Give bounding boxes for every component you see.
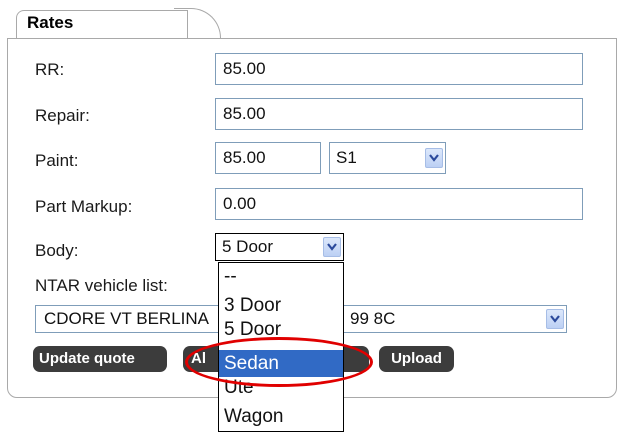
update-quote-button[interactable]: Update quote [33,346,167,372]
body-label: Body: [35,241,79,260]
repair-input[interactable]: 85.00 [215,98,583,130]
paint-label: Paint: [35,151,79,170]
paint-code-value: S1 [336,148,357,167]
dropdown-option[interactable]: 3 Door [219,294,343,318]
dropdown-option-selected[interactable]: Sedan [219,350,343,377]
rates-tab-label: Rates [27,13,74,32]
body-select-value: 5 Door [222,237,274,256]
ntar-selected-tail: 99 8C [350,309,396,328]
dropdown-option[interactable]: Ute [219,376,343,400]
upload-button[interactable]: Upload [379,346,454,372]
part-markup-label: Part Markup: [35,197,133,216]
dropdown-option[interactable]: Wagon [219,405,343,429]
chevron-down-icon[interactable] [323,237,341,257]
body-dropdown-list[interactable]: -- 3 Door 5 Door Sedan Ute Wagon [218,262,344,432]
chevron-down-icon[interactable] [425,148,443,168]
chevron-down-icon[interactable] [546,309,564,329]
ntar-selected-value: CDORE VT BERLINA [44,309,210,328]
paint-input[interactable]: 85.00 [215,142,321,174]
dropdown-option[interactable]: 5 Door [219,318,343,342]
paint-code-select[interactable]: S1 [329,142,446,174]
dropdown-option[interactable]: -- [219,265,343,289]
ntar-label: NTAR vehicle list: [35,276,168,295]
rr-label: RR: [35,60,65,79]
body-select[interactable]: 5 Door [215,233,344,261]
repair-label: Repair: [35,106,90,125]
rr-input[interactable]: 85.00 [215,53,583,85]
part-markup-input[interactable]: 0.00 [215,188,583,220]
